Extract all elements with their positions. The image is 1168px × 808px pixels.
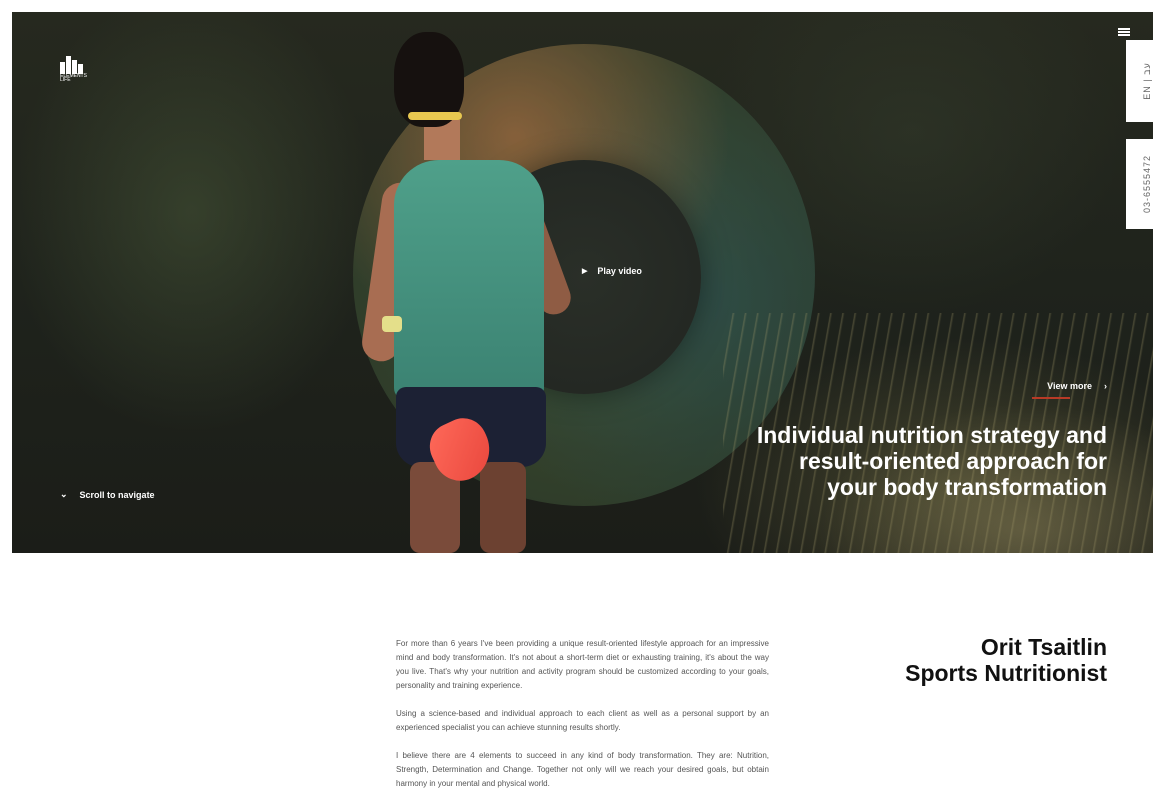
hero-headline: Individual nutrition strategy and result…: [687, 422, 1107, 500]
runner-headband: [408, 112, 462, 120]
chevron-right-icon: ›: [1104, 381, 1107, 391]
language-switcher[interactable]: EN | עב: [1126, 40, 1168, 122]
phone-link[interactable]: 03-6555472: [1126, 139, 1168, 229]
logo-bar: [72, 60, 77, 74]
runner-image: [359, 32, 576, 553]
nutritionist-name-block: Orit Tsaitlin Sports Nutritionist: [905, 634, 1107, 686]
person-role: Sports Nutritionist: [905, 660, 1107, 686]
chevron-down-icon: ⌄: [60, 489, 68, 499]
play-video-label: Play video: [597, 266, 642, 276]
phone-number: 03-6555472: [1142, 154, 1152, 214]
view-more-underline: [1032, 397, 1070, 399]
logo-bar: [66, 56, 71, 74]
headline-line: your body transformation: [827, 474, 1107, 500]
runner-leg: [480, 462, 526, 553]
scroll-label: Scroll to navigate: [79, 489, 155, 500]
about-paragraph: Using a science-based and individual app…: [396, 709, 769, 732]
runner-tank-top: [394, 160, 544, 400]
hero-section: ELEMENTS LIFE ▶ Play video View more › I…: [12, 12, 1153, 553]
view-more-link[interactable]: View more ›: [1047, 381, 1107, 391]
logo-text: ELEMENTS LIFE: [60, 73, 87, 83]
scroll-to-navigate[interactable]: ⌄ Scroll to navigate: [60, 489, 155, 500]
language-label: EN | עב: [1142, 62, 1152, 100]
about-text: For more than 6 years I've been providin…: [396, 637, 769, 805]
person-name: Orit Tsaitlin: [980, 634, 1107, 660]
about-paragraph: I believe there are 4 elements to succee…: [396, 751, 769, 788]
headline-line: Individual nutrition strategy and: [756, 422, 1107, 448]
hamburger-icon[interactable]: [1118, 28, 1130, 36]
play-icon: ▶: [582, 268, 588, 275]
view-more-label: View more: [1047, 381, 1092, 391]
site-logo[interactable]: ELEMENTS LIFE: [60, 52, 88, 83]
runner-watch: [382, 316, 402, 332]
about-paragraph: For more than 6 years I've been providin…: [396, 639, 769, 690]
headline-line: result-oriented approach for: [799, 448, 1107, 474]
play-video-button[interactable]: ▶ Play video: [582, 266, 642, 276]
